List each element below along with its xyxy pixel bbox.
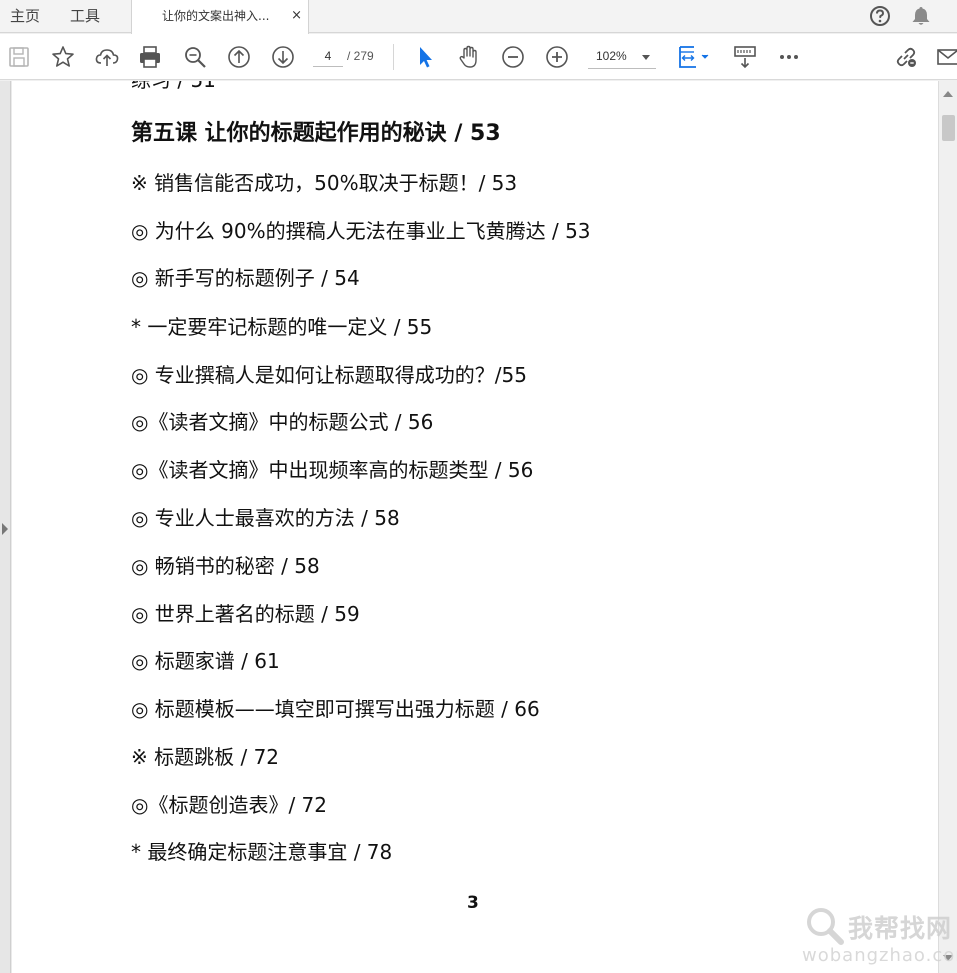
zoom-in-icon[interactable] — [544, 44, 570, 70]
watermark-url: wobangzhao.com — [802, 945, 957, 966]
toc-entry: ◎ 为什么 90%的撰稿人无法在事业上飞黄腾达 / 53 — [131, 219, 591, 243]
toc-entry: ◎《标题创造表》/ 72 — [131, 793, 327, 817]
watermark-text: 我帮找网 — [848, 914, 953, 943]
scroll-up-icon[interactable] — [943, 91, 953, 97]
toc-entry: ◎《读者文摘》中的标题公式 / 56 — [131, 410, 434, 434]
chevron-down-icon — [642, 55, 650, 60]
chevron-right-icon — [2, 523, 8, 535]
previous-page-icon[interactable] — [226, 44, 252, 70]
toc-heading: 第五课 让你的标题起作用的秘诀 / 53 — [131, 121, 501, 146]
zoom-dropdown[interactable]: 102% — [588, 45, 656, 69]
next-page-icon[interactable] — [270, 44, 296, 70]
save-icon[interactable] — [6, 44, 32, 70]
toc-entry: ◎ 专业撰稿人是如何让标题取得成功的？/55 — [131, 363, 527, 387]
print-icon[interactable] — [137, 44, 163, 70]
fit-page-icon[interactable] — [676, 44, 712, 70]
toc-entry: * 一定要牢记标题的唯一定义 / 55 — [131, 315, 433, 339]
toc-entry: ◎ 世界上著名的标题 / 59 — [131, 602, 360, 626]
share-link-icon[interactable] — [893, 44, 919, 70]
scrollbar-thumb[interactable] — [942, 115, 955, 141]
zoom-value: 102% — [596, 49, 627, 63]
left-panel-toggle[interactable] — [0, 81, 11, 973]
toc-entry: ◎ 标题家谱 / 61 — [131, 649, 280, 673]
toc-entry: ◎ 畅销书的秘密 / 58 — [131, 554, 320, 578]
vertical-scrollbar[interactable] — [938, 81, 957, 973]
hand-tool-icon[interactable] — [456, 44, 482, 70]
scroll-mode-icon[interactable] — [732, 44, 758, 70]
close-tab-icon[interactable]: × — [291, 0, 302, 31]
watermark: 我帮找网 wobangzhao.com — [800, 901, 957, 971]
zoom-search-icon[interactable] — [182, 44, 208, 70]
toc-entry: ※ 销售信能否成功，50%取决于标题！/ 53 — [131, 171, 518, 195]
document-tab[interactable]: 让你的文案出神入... × — [131, 0, 309, 34]
toc-entry: * 最终确定标题注意事宜 / 78 — [131, 840, 393, 864]
toc-entry: ◎ 标题模板——填空即可撰写出强力标题 / 66 — [131, 697, 540, 721]
select-cursor-icon[interactable] — [412, 44, 438, 70]
help-icon[interactable] — [869, 5, 891, 27]
page-total-label: / 279 — [347, 49, 374, 63]
page-number-input[interactable] — [313, 45, 343, 67]
email-icon[interactable] — [935, 44, 957, 70]
page-footer-number: 3 — [467, 893, 479, 913]
zoom-out-icon[interactable] — [500, 44, 526, 70]
nav-tools[interactable]: 工具 — [70, 0, 100, 33]
pdf-page: 练习 / 51 第五课 让你的标题起作用的秘诀 / 53 ※ 销售信能否成功，5… — [12, 81, 938, 973]
tab-bar: 主页 工具 让你的文案出神入... × — [0, 0, 957, 34]
document-viewer: 练习 / 51 第五课 让你的标题起作用的秘诀 / 53 ※ 销售信能否成功，5… — [0, 81, 957, 973]
toc-entry: ◎《读者文摘》中出现频率高的标题类型 / 56 — [131, 458, 534, 482]
nav-home[interactable]: 主页 — [10, 0, 40, 33]
toolbar-divider — [393, 44, 394, 70]
toc-entry-partial: 练习 / 51 — [131, 81, 216, 93]
magnifier-logo-icon — [807, 908, 844, 945]
notification-bell-icon[interactable] — [910, 5, 932, 27]
more-options-icon[interactable] — [776, 44, 802, 70]
toc-entry: ◎ 新手写的标题例子 / 54 — [131, 266, 360, 290]
toc-entry: ◎ 专业人士最喜欢的方法 / 58 — [131, 506, 400, 530]
toolbar: / 279 102% — [0, 34, 957, 80]
cloud-upload-icon[interactable] — [94, 44, 120, 70]
document-tab-title: 让你的文案出神入... — [162, 9, 270, 23]
bookmark-star-icon[interactable] — [50, 44, 76, 70]
toc-entry: ※ 标题跳板 / 72 — [131, 745, 280, 769]
